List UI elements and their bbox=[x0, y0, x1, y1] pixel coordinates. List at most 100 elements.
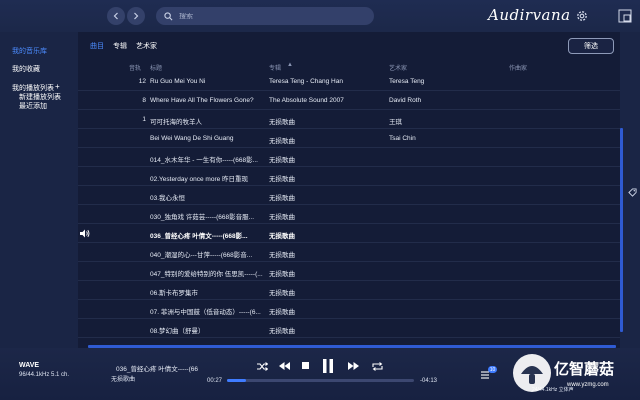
column-header-artist[interactable]: 艺术家 bbox=[389, 63, 407, 72]
right-gutter bbox=[620, 32, 640, 348]
table-row[interactable]: 02.Yesterday once more 昨日重现 无损歌曲 bbox=[78, 167, 620, 186]
column-header-title[interactable]: 标题 bbox=[150, 63, 162, 72]
watermark-logo bbox=[513, 354, 551, 392]
speaker-icon bbox=[80, 229, 90, 238]
track-album: 无损歌曲 bbox=[269, 119, 295, 126]
track-title: 02.Yesterday once more 昨日重现 bbox=[150, 176, 249, 183]
table-row[interactable]: 014_水木年华 - 一生有你-----(668影... 无损歌曲 bbox=[78, 148, 620, 167]
view-tabs: 曲目 专辑 艺术家 筛选 bbox=[78, 32, 620, 58]
track-list-panel: 曲目 专辑 艺术家 筛选 音轨 标题 专辑 ▲ 艺术家 作曲家 12 Ru Guo… bbox=[78, 32, 620, 357]
track-table: 12 Ru Guo Mei You Ni Teresa Teng - Chang H… bbox=[78, 72, 620, 357]
track-album: 无损歌曲 bbox=[269, 290, 295, 297]
track-title: Ru Guo Mei You Ni bbox=[150, 78, 206, 85]
tab-albums[interactable]: 专辑 bbox=[113, 41, 127, 51]
now-playing-title: 036_曾经心疼 叶倩文-----(66 bbox=[116, 366, 198, 373]
tab-tracks[interactable]: 曲目 bbox=[90, 41, 104, 51]
add-playlist-icon[interactable]: + bbox=[55, 82, 60, 91]
table-row[interactable]: 030_独角戏 许茹芸-----(668影音服... 无损歌曲 bbox=[78, 205, 620, 224]
track-album: 无损歌曲 bbox=[269, 328, 295, 335]
fast-forward-icon bbox=[348, 362, 359, 370]
sidebar-item-library[interactable]: 我的音乐库 bbox=[12, 46, 47, 56]
table-row[interactable]: 040_潮湿的心---甘萍-----(668影音... 无损歌曲 bbox=[78, 243, 620, 262]
track-album: 无损歌曲 bbox=[269, 252, 295, 259]
time-elapsed: 00:27 bbox=[207, 378, 223, 384]
track-album: 无损歌曲 bbox=[269, 157, 295, 164]
track-title: 可可托海的牧羊人 bbox=[150, 119, 202, 126]
track-title: 014_水木年华 - 一生有你-----(668影... bbox=[150, 157, 258, 164]
track-album: 无损歌曲 bbox=[269, 309, 295, 316]
app-logo: Audirvana bbox=[488, 6, 571, 24]
search-icon bbox=[164, 11, 173, 20]
mini-player-icon[interactable] bbox=[618, 9, 632, 23]
track-number: 12 bbox=[138, 78, 146, 85]
top-bar: Audirvana bbox=[0, 0, 640, 32]
track-title: Bei Wei Wang De Shi Guang bbox=[150, 135, 234, 142]
repeat-icon bbox=[372, 362, 383, 371]
track-title: 040_潮湿的心---甘萍-----(668影音... bbox=[150, 252, 253, 259]
column-header-composer[interactable]: 作曲家 bbox=[509, 63, 527, 72]
chevron-left-icon bbox=[113, 12, 118, 20]
track-album: 无损歌曲 bbox=[269, 195, 295, 202]
stop-button[interactable] bbox=[302, 362, 309, 369]
table-row[interactable]: 1 可可托海的牧羊人 无损歌曲 王琪 bbox=[78, 110, 620, 129]
track-artist: 王琪 bbox=[389, 119, 402, 126]
tab-artists[interactable]: 艺术家 bbox=[136, 41, 157, 51]
pause-button[interactable] bbox=[322, 359, 334, 373]
table-row[interactable]: 08.梦幻曲（舒曼） 无损歌曲 bbox=[78, 319, 620, 338]
pause-icon bbox=[323, 359, 333, 373]
track-album: 无损歌曲 bbox=[269, 271, 295, 278]
progress-bar[interactable] bbox=[227, 379, 414, 382]
back-button[interactable] bbox=[107, 7, 125, 25]
sort-ascending-icon: ▲ bbox=[287, 62, 293, 68]
track-title: 08.梦幻曲（舒曼） bbox=[150, 328, 205, 335]
sidebar-item-favorites[interactable]: 我的收藏 bbox=[12, 64, 40, 74]
sidebar: 我的音乐库 我的收藏 我的播放列表 + 新建播放列表 最近添加 bbox=[0, 32, 78, 348]
track-title: Where Have All The Flowers Gone? bbox=[150, 97, 254, 104]
forward-button[interactable] bbox=[127, 7, 145, 25]
table-row[interactable]: 03.我心永恒 无损歌曲 bbox=[78, 186, 620, 205]
filter-button[interactable]: 筛选 bbox=[568, 38, 614, 54]
table-row[interactable]: 12 Ru Guo Mei You Ni Teresa Teng - Chang H… bbox=[78, 72, 620, 91]
track-number: 8 bbox=[142, 97, 146, 104]
app-window: Audirvana 我的音乐库 我的收藏 我的播放列表 + 新建播放列表 最近添… bbox=[0, 0, 640, 400]
repeat-button[interactable] bbox=[372, 362, 383, 371]
table-row[interactable]: Bei Wei Wang De Shi Guang 无损歌曲 Tsai Chin bbox=[78, 129, 620, 148]
vertical-scrollbar[interactable] bbox=[620, 128, 623, 332]
track-album: 无损歌曲 bbox=[269, 214, 295, 221]
previous-button[interactable] bbox=[279, 362, 290, 370]
sidebar-item-recently-added[interactable]: 最近添加 bbox=[19, 101, 47, 111]
track-album: 无损歌曲 bbox=[269, 138, 295, 145]
file-format: WAVE bbox=[19, 362, 40, 369]
column-header-album[interactable]: 专辑 bbox=[269, 63, 281, 72]
queue-count-badge: 10 bbox=[488, 366, 497, 373]
table-row[interactable]: 036_曾经心疼 叶倩文-----(668影... 无损歌曲 bbox=[78, 224, 620, 243]
next-button[interactable] bbox=[348, 362, 359, 370]
mushroom-icon bbox=[521, 366, 543, 384]
format-detail: 96/44.1kHz 5.1 ch. bbox=[19, 372, 70, 378]
now-playing-album: 无损歌曲 bbox=[111, 377, 136, 383]
track-title: 06.斯卡布罗集市 bbox=[150, 290, 199, 297]
search-input[interactable] bbox=[179, 12, 369, 20]
track-album: 无损歌曲 bbox=[269, 233, 295, 240]
track-artist: David Roth bbox=[389, 97, 422, 104]
track-artist: Tsai Chin bbox=[389, 135, 416, 142]
track-number: 1 bbox=[142, 116, 146, 123]
shuffle-button[interactable] bbox=[257, 362, 268, 371]
table-row[interactable]: 07. 菲洲与中国鼓（低音动态）-----(6... 无损歌曲 bbox=[78, 300, 620, 319]
track-title: 030_独角戏 许茹芸-----(668影音服... bbox=[150, 214, 255, 221]
track-title: 047_特别的爱给特别的你 伍思凯-----(... bbox=[150, 271, 263, 278]
table-row[interactable]: 06.斯卡布罗集市 无损歌曲 bbox=[78, 281, 620, 300]
table-row[interactable]: 047_特别的爱给特别的你 伍思凯-----(... 无损歌曲 bbox=[78, 262, 620, 281]
column-header-track[interactable]: 音轨 bbox=[129, 63, 141, 72]
progress-fill bbox=[227, 379, 246, 382]
chevron-right-icon bbox=[134, 12, 139, 20]
table-row[interactable]: 8 Where Have All The Flowers Gone? The Abs… bbox=[78, 91, 620, 110]
track-title: 07. 菲洲与中国鼓（低音动态）-----(6... bbox=[150, 309, 261, 316]
rewind-icon bbox=[279, 362, 290, 370]
track-album: The Absolute Sound 2007 bbox=[269, 97, 344, 104]
track-title: 036_曾经心疼 叶倩文-----(668影... bbox=[150, 233, 248, 240]
gear-icon[interactable] bbox=[575, 9, 589, 23]
track-artist: Teresa Teng bbox=[389, 78, 425, 85]
search-box[interactable] bbox=[156, 7, 374, 25]
tag-icon[interactable] bbox=[628, 188, 637, 197]
